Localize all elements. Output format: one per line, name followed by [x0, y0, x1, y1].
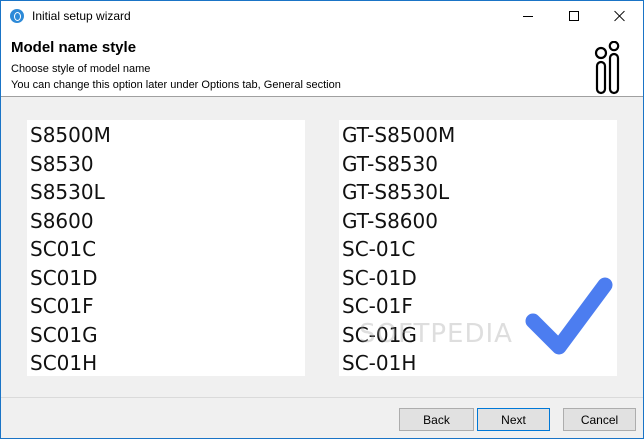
- window-title: Initial setup wizard: [32, 9, 131, 23]
- logo-icon: [594, 41, 620, 95]
- minimize-button[interactable]: [505, 1, 551, 31]
- title-bar: Initial setup wizard: [1, 1, 643, 31]
- page-subtitle: Choose style of model name: [11, 63, 151, 75]
- model-name-item: SC01F: [30, 294, 94, 318]
- setup-wizard-window: Initial setup wizard Model name style Ch…: [0, 0, 644, 439]
- maximize-button[interactable]: [551, 1, 597, 31]
- model-name-item: GT-S8530L: [342, 180, 450, 204]
- model-name-item: SC01D: [30, 265, 98, 290]
- close-button[interactable]: [597, 1, 643, 31]
- page-title: Model name style: [11, 39, 137, 56]
- model-name-item: SC-01C: [342, 237, 416, 261]
- model-name-item: S8530: [30, 151, 94, 176]
- model-name-item: GT-S8500M: [342, 123, 456, 147]
- model-name-item: S8500M: [30, 123, 111, 147]
- model-name-item: SC01C: [30, 237, 97, 261]
- next-button[interactable]: Next: [477, 408, 550, 431]
- model-name-item: S8600: [30, 208, 94, 233]
- close-icon: [614, 10, 626, 22]
- back-button[interactable]: Back: [399, 408, 474, 431]
- model-name-item: SC01G: [30, 322, 98, 347]
- model-name-item: SC01H: [30, 351, 98, 375]
- page-hint: You can change this option later under O…: [11, 79, 341, 91]
- app-icon: [10, 9, 24, 23]
- minimize-icon: [523, 15, 533, 17]
- checkmark-icon: [525, 277, 613, 355]
- model-name-item: GT-S8530: [342, 151, 438, 176]
- model-name-item: GT-S8600: [342, 208, 438, 233]
- cancel-button[interactable]: Cancel: [563, 408, 636, 431]
- maximize-icon: [569, 11, 579, 21]
- wizard-header: Model name style Choose style of model n…: [1, 31, 643, 97]
- model-name-item: S8530L: [30, 180, 105, 204]
- footer-divider: [1, 397, 643, 398]
- short-name-option[interactable]: S8500M S8530 S8530L S8600 SC01C SC01D SC01F SC0…: [27, 120, 305, 376]
